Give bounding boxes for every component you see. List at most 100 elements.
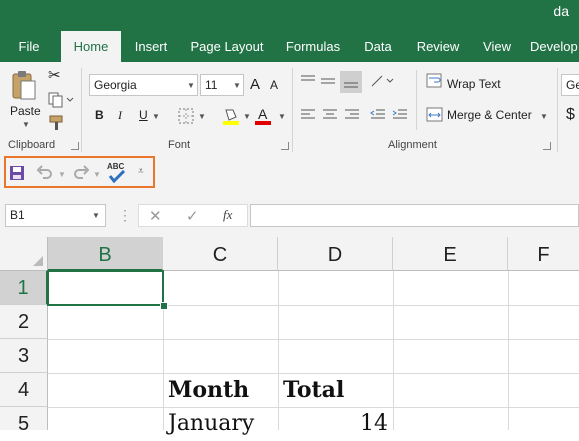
column-header-d[interactable]: D <box>278 237 393 271</box>
enter-check-icon[interactable]: ✓ <box>186 207 199 225</box>
name-box-value: B1 <box>10 208 25 222</box>
chevron-down-icon[interactable]: ▼ <box>540 112 548 121</box>
decrease-indent-button[interactable] <box>370 108 386 127</box>
tab-home[interactable]: Home <box>61 31 121 62</box>
qat-highlight-box <box>4 156 155 188</box>
font-family-value: Georgia <box>94 78 137 92</box>
tab-insert[interactable]: Insert <box>128 31 174 62</box>
row-header-4[interactable]: 4 <box>0 373 48 407</box>
gridline <box>393 271 394 430</box>
alignment-launcher-icon[interactable] <box>543 142 551 150</box>
borders-button[interactable] <box>178 108 194 129</box>
copy-icon <box>48 92 74 108</box>
name-box[interactable]: B1 <box>5 204 106 227</box>
row-header-1[interactable]: 1 <box>0 271 48 305</box>
orientation-button[interactable] <box>370 74 396 93</box>
separator <box>557 68 558 152</box>
separator <box>416 70 417 130</box>
row-header-3[interactable]: 3 <box>0 339 48 373</box>
chevron-down-icon[interactable]: ▼ <box>233 81 241 90</box>
format-painter-button[interactable] <box>48 114 68 137</box>
increase-indent-button[interactable] <box>392 108 408 127</box>
wrap-text-icon <box>426 73 442 88</box>
chevron-down-icon[interactable]: ▼ <box>22 120 30 129</box>
copy-button[interactable] <box>48 92 74 113</box>
cell-d5[interactable]: 14 <box>330 411 388 436</box>
cut-scissors-icon[interactable]: ✂ <box>48 66 61 84</box>
formula-input[interactable] <box>250 204 579 227</box>
currency-format-button[interactable]: $ <box>566 106 575 124</box>
merge-center-label: Merge & Center <box>447 108 532 122</box>
font-color-button[interactable]: A <box>255 104 273 126</box>
chevron-down-icon[interactable]: ▼ <box>92 211 100 220</box>
gridline <box>508 271 509 430</box>
tab-view[interactable]: View <box>477 31 517 62</box>
row-header-5[interactable]: 5 <box>0 407 48 435</box>
fill-handle[interactable] <box>160 302 168 310</box>
cancel-icon[interactable]: ✕ <box>149 207 162 225</box>
font-launcher-icon[interactable] <box>281 142 289 150</box>
select-all-triangle-icon <box>33 256 43 266</box>
column-header-f[interactable]: F <box>508 237 579 271</box>
chevron-down-icon[interactable]: ▼ <box>278 112 286 121</box>
cell-d4[interactable]: Total <box>283 377 344 403</box>
tab-formulas[interactable]: Formulas <box>280 31 346 62</box>
font-family-select[interactable]: Georgia <box>89 74 198 96</box>
paintbrush-icon <box>49 115 63 130</box>
select-all-corner[interactable] <box>0 237 48 271</box>
align-left-button[interactable] <box>300 108 316 127</box>
gridline <box>48 373 579 374</box>
column-header-e[interactable]: E <box>393 237 508 271</box>
align-center-button[interactable] <box>322 108 338 127</box>
font-group-label: Font <box>168 139 191 151</box>
active-cell-b1[interactable] <box>47 270 164 306</box>
paint-bucket-icon <box>223 109 239 125</box>
bottom-align-button[interactable] <box>340 71 362 93</box>
tab-file[interactable]: File <box>8 31 50 62</box>
align-bottom-icon <box>344 82 358 88</box>
clipboard-launcher-icon[interactable] <box>71 142 79 150</box>
decrease-font-size-button[interactable]: A <box>270 78 278 92</box>
column-header-b[interactable]: B <box>48 237 163 271</box>
insert-function-button[interactable]: fx <box>223 207 232 223</box>
increase-font-size-button[interactable]: A <box>250 76 260 93</box>
gridline <box>48 407 579 408</box>
number-format-select[interactable]: Ge <box>561 74 579 96</box>
tab-review[interactable]: Review <box>410 31 466 62</box>
cell-c5[interactable]: January <box>168 411 254 436</box>
font-color-letter: A <box>258 106 268 122</box>
underline-button[interactable]: U <box>139 108 148 122</box>
column-header-c[interactable]: C <box>163 237 278 271</box>
tab-page-layout[interactable]: Page Layout <box>186 31 268 62</box>
increase-indent-icon <box>392 109 407 119</box>
tab-developer[interactable]: Develop <box>530 31 579 62</box>
formula-buttons: ✕ ✓ fx <box>138 204 248 227</box>
font-size-value: 11 <box>205 78 218 92</box>
chevron-down-icon[interactable]: ▼ <box>152 112 160 121</box>
gridline <box>48 339 579 340</box>
align-right-button[interactable] <box>344 108 360 127</box>
align-right-icon <box>345 109 359 119</box>
chevron-down-icon[interactable]: ▼ <box>187 81 195 90</box>
italic-button[interactable]: I <box>118 108 122 123</box>
wrap-text-button[interactable] <box>426 72 444 95</box>
row-header-2[interactable]: 2 <box>0 305 48 339</box>
chevron-down-icon[interactable]: ▼ <box>198 112 206 121</box>
paste-button[interactable] <box>10 70 38 102</box>
top-align-button[interactable] <box>300 74 316 93</box>
separator <box>81 68 82 152</box>
chevron-down-icon[interactable]: ▼ <box>243 112 251 121</box>
number-format-value: Ge <box>566 78 579 92</box>
align-center-icon <box>323 109 337 119</box>
tab-data[interactable]: Data <box>358 31 398 62</box>
cell-c4[interactable]: Month <box>168 377 249 403</box>
fill-color-button[interactable] <box>222 106 240 131</box>
align-middle-icon <box>321 78 335 84</box>
formula-bar-area: B1 ▼ ⋮ ✕ ✓ fx <box>0 197 579 237</box>
merge-center-button[interactable] <box>426 106 444 129</box>
bold-button[interactable]: B <box>95 108 104 122</box>
middle-align-button[interactable] <box>320 74 336 93</box>
borders-icon <box>178 108 194 124</box>
wrap-text-label: Wrap Text <box>447 77 501 91</box>
clipboard-paste-icon <box>12 71 36 100</box>
